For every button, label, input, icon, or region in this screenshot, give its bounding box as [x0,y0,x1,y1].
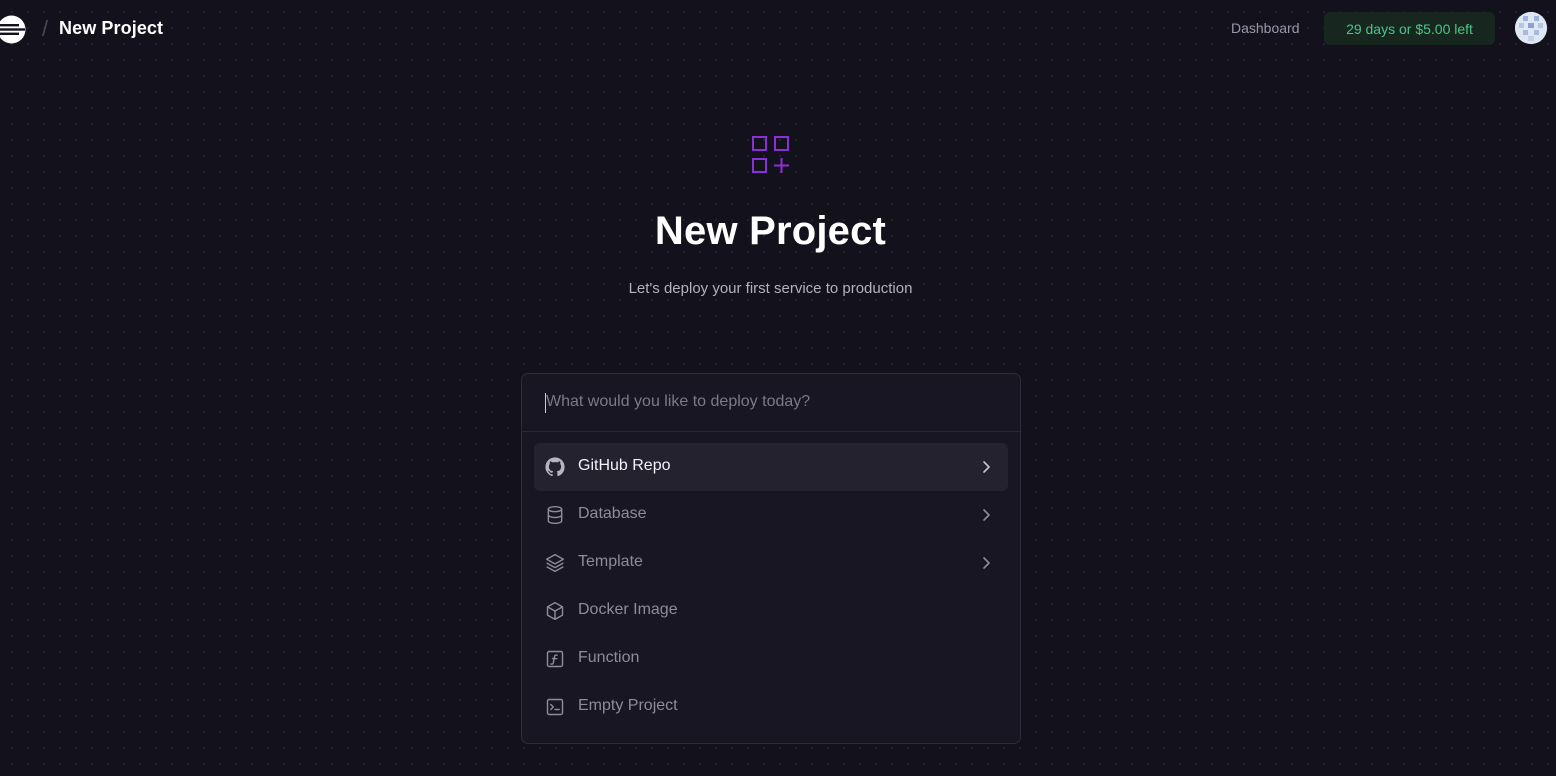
database-icon [545,505,565,525]
option-github-repo[interactable]: GitHub Repo [534,443,1008,491]
avatar[interactable] [1515,12,1547,44]
function-icon [545,649,565,669]
option-label: Function [578,649,640,666]
option-database[interactable]: Database [534,491,1008,539]
layers-icon [545,553,565,573]
search-input[interactable] [544,388,996,416]
option-label: Empty Project [578,697,678,714]
page-subtitle: Let's deploy your first service to produ… [628,280,913,297]
page-title: New Project [654,209,887,253]
option-label: Docker Image [578,601,678,618]
new-project-icon [750,134,792,176]
breadcrumb-title: New Project [59,18,164,38]
search-bar [522,374,1020,432]
box-icon [545,601,565,621]
chevron-right-icon [978,459,994,475]
option-docker-image[interactable]: Docker Image [534,587,1008,635]
option-label: GitHub Repo [578,457,671,474]
dashboard-link[interactable]: Dashboard [1231,20,1300,36]
option-label: Database [578,505,647,522]
top-bar: / New Project Dashboard 29 days or $5.00… [0,0,1556,56]
option-template[interactable]: Template [534,539,1008,587]
option-function[interactable]: Function [534,635,1008,683]
terminal-icon [545,697,565,717]
trial-badge[interactable]: 29 days or $5.00 left [1324,12,1495,45]
breadcrumb-separator: / [42,16,49,41]
deploy-panel: GitHub Repo Database [521,373,1021,744]
github-icon [545,457,565,477]
chevron-right-icon [978,555,994,571]
option-empty-project[interactable]: Empty Project [534,683,1008,731]
deploy-options-list: GitHub Repo Database Template Docker Ima… [534,443,1008,731]
railway-logo-icon[interactable] [0,14,27,45]
option-label: Template [578,553,643,570]
text-cursor [545,393,546,413]
chevron-right-icon [978,507,994,523]
